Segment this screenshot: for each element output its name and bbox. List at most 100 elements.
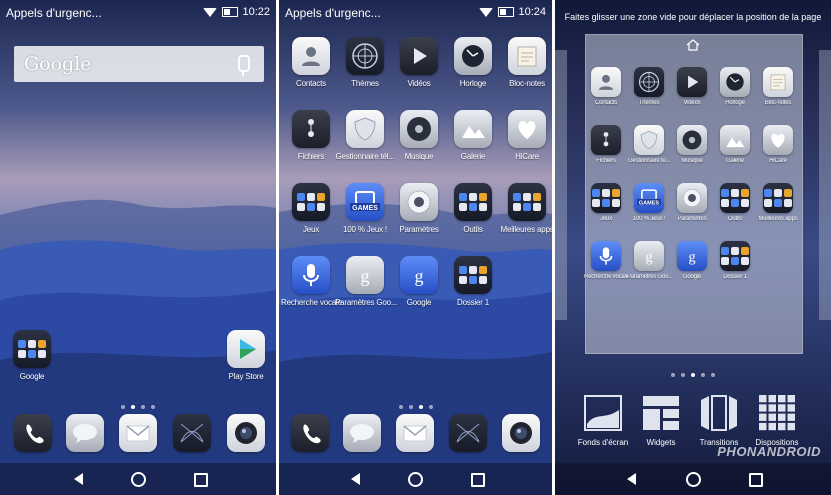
app-dossier-1[interactable]: Dossier 1: [443, 256, 503, 307]
app-vid-os[interactable]: Vidéos: [670, 67, 714, 106]
home-page-icon[interactable]: [686, 39, 700, 51]
home-icon[interactable]: [686, 472, 701, 487]
app-th-mes[interactable]: Thèmes: [335, 37, 395, 88]
app-dossier-1[interactable]: Dossier 1: [713, 241, 757, 280]
google-logo: Google: [24, 53, 92, 75]
app-musique[interactable]: Musique: [670, 125, 714, 164]
page-dot: [671, 373, 675, 377]
app-meilleures-apps[interactable]: Meilleures apps: [497, 183, 552, 234]
app-label: Recherche vocale: [584, 274, 628, 280]
widgets-icon: [641, 394, 681, 432]
app-outils[interactable]: Outils: [443, 183, 503, 234]
page-dot: [141, 405, 145, 409]
phone-icon[interactable]: [14, 414, 52, 452]
home-icon[interactable]: [408, 472, 423, 487]
voice-search-icon: [591, 241, 621, 271]
app-galerie[interactable]: Galerie: [713, 125, 757, 164]
status-right: 10:24: [479, 6, 546, 18]
app-param-tres[interactable]: Paramètres: [670, 183, 714, 222]
home-icon[interactable]: [131, 472, 146, 487]
app-fichiers[interactable]: Fichiers: [281, 110, 341, 161]
app-google[interactable]: g Google: [389, 256, 449, 307]
previous-page-preview[interactable]: [555, 50, 567, 320]
recent-apps-icon[interactable]: [749, 473, 763, 487]
app-label: Dossier 1: [457, 298, 489, 307]
app-bloc-notes[interactable]: Bloc-notes: [756, 67, 800, 106]
back-icon[interactable]: [351, 473, 360, 485]
app-label: Recherche vocale: [281, 298, 342, 307]
app-fichiers[interactable]: Fichiers: [584, 125, 628, 164]
google-icon: g: [400, 256, 438, 294]
clock-text: 10:22: [242, 6, 270, 18]
app-label: Galerie: [726, 158, 744, 164]
app-jeux[interactable]: Jeux: [584, 183, 628, 222]
app-label: Thèmes: [638, 100, 660, 106]
svg-text:GAMES: GAMES: [639, 200, 660, 206]
app-gestionnaire-t-l[interactable]: Gestionnaire tél...: [335, 110, 395, 161]
app-hicare[interactable]: HiCare: [756, 125, 800, 164]
status-bar: Appels d'urgenc... 10:24: [279, 0, 552, 28]
app-label: Outils: [727, 216, 743, 222]
app-hicare[interactable]: HiCare: [497, 110, 552, 161]
transitions-button[interactable]: Transitions: [689, 394, 749, 447]
app-th-mes[interactable]: Thèmes: [627, 67, 671, 106]
email-icon[interactable]: [119, 414, 157, 452]
folder-icon: [13, 330, 51, 368]
app-musique[interactable]: Musique: [389, 110, 449, 161]
app-label: HiCare: [515, 152, 539, 161]
app-google-folder[interactable]: Google: [2, 330, 62, 381]
widgets-button[interactable]: Widgets: [631, 394, 691, 447]
videos-icon: [677, 67, 707, 97]
app-recherche-vocale[interactable]: Recherche vocale: [281, 256, 342, 307]
app-outils[interactable]: Outils: [713, 183, 757, 222]
files-icon: [591, 125, 621, 155]
app-contacts[interactable]: Contacts: [281, 37, 341, 88]
page-preview-card[interactable]: Contacts Thèmes Vidéos Horloge Bloc-notes Fic…: [584, 34, 803, 354]
phone-icon[interactable]: [291, 414, 329, 452]
wallpaper-icon: [583, 394, 623, 432]
music-icon: [400, 110, 438, 148]
app-contacts[interactable]: Contacts: [584, 67, 628, 106]
app-gestionnaire-t[interactable]: Gestionnaire té...: [627, 125, 671, 164]
app-recherche-vocale[interactable]: Recherche vocale: [584, 241, 628, 280]
app-100-jeux[interactable]: GAMES 100 % Jeux !: [627, 183, 671, 222]
browser-icon[interactable]: [449, 414, 487, 452]
camera-icon[interactable]: [502, 414, 540, 452]
app-horloge[interactable]: Horloge: [443, 37, 503, 88]
page-dot-active: [418, 405, 423, 409]
app-label: Gestionnaire tél...: [335, 152, 395, 161]
voice-search-icon: [292, 256, 330, 294]
app-google[interactable]: g Google: [670, 241, 714, 280]
google-search-bar[interactable]: Google: [14, 46, 264, 82]
app-vid-os[interactable]: Vidéos: [389, 37, 449, 88]
app-play-store[interactable]: Play Store: [216, 330, 276, 381]
layouts-button[interactable]: Dispositions: [747, 394, 807, 447]
files-icon: [292, 110, 330, 148]
messages-icon[interactable]: [66, 414, 104, 452]
app-label: Paramètres: [399, 225, 439, 234]
app-label: Gestionnaire té...: [627, 158, 671, 164]
messages-icon[interactable]: [343, 414, 381, 452]
back-icon[interactable]: [74, 473, 83, 485]
recent-apps-icon[interactable]: [471, 473, 485, 487]
app-label: Paramètres: [677, 216, 707, 222]
app-param-tres-goo[interactable]: g Paramètres Goo...: [335, 256, 397, 307]
wallpapers-button[interactable]: Fonds d'écran: [573, 394, 633, 447]
email-icon[interactable]: [396, 414, 434, 452]
app-param-tres-goo[interactable]: g Paramètres Goo...: [627, 241, 671, 280]
app-jeux[interactable]: Jeux: [281, 183, 341, 234]
app-100-jeux[interactable]: GAMES 100 % Jeux !: [335, 183, 395, 234]
contacts-icon: [292, 37, 330, 75]
app-param-tres[interactable]: Paramètres: [389, 183, 449, 234]
mic-icon[interactable]: [238, 55, 250, 76]
next-page-preview[interactable]: [819, 50, 831, 320]
app-meilleures-apps[interactable]: Meilleures apps: [756, 183, 800, 222]
camera-icon[interactable]: [227, 414, 265, 452]
recent-apps-icon[interactable]: [194, 473, 208, 487]
back-icon[interactable]: [627, 473, 636, 485]
app-horloge[interactable]: Horloge: [713, 67, 757, 106]
app-bloc-notes[interactable]: Bloc-notes: [497, 37, 552, 88]
wifi-icon: [479, 7, 494, 17]
app-galerie[interactable]: Galerie: [443, 110, 503, 161]
browser-icon[interactable]: [173, 414, 211, 452]
